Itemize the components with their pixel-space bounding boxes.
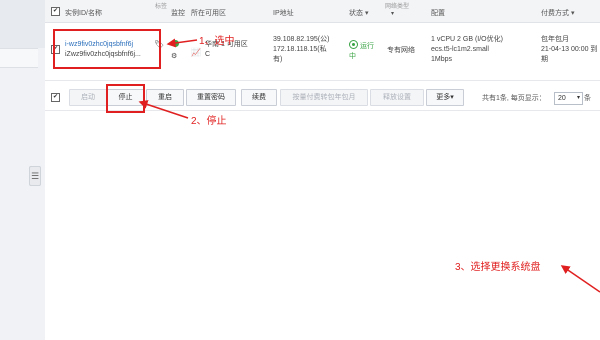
arrow-step2	[138, 100, 189, 119]
arrow-step1	[166, 38, 198, 48]
arrow-step3	[560, 265, 600, 293]
annotation-arrows	[138, 38, 600, 293]
